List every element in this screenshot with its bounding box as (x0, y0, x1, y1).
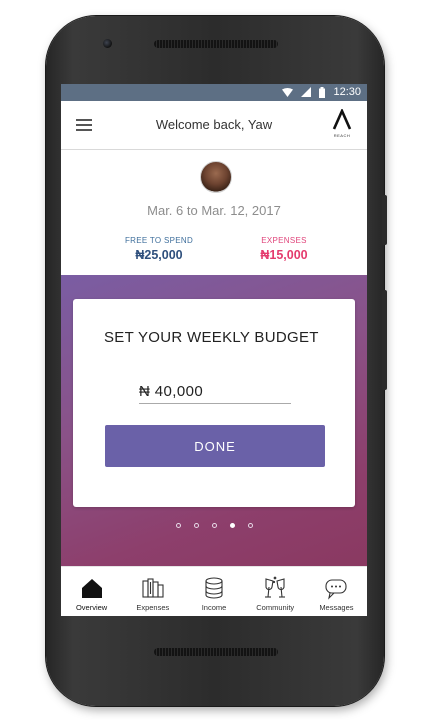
free-to-spend-label: FREE TO SPEND (124, 236, 194, 245)
front-camera (103, 39, 112, 48)
budget-amount-input[interactable]: ₦ 40,000 (139, 383, 291, 404)
nav-label-community: Community (256, 603, 295, 612)
welcome-title: Welcome back, Yaw (155, 117, 273, 132)
power-button (382, 195, 387, 245)
volume-button (382, 290, 387, 390)
app-logo: REACH (331, 107, 353, 141)
status-bar: 12:30 (61, 84, 367, 101)
wifi-icon (282, 87, 294, 97)
bottom-nav: Overview Expenses Income Community Messa… (61, 566, 367, 616)
app-bar: Welcome back, Yaw REACH (61, 101, 367, 150)
expenses-value: ₦15,000 (260, 248, 308, 262)
earpiece-speaker (154, 40, 278, 48)
pager-dots (61, 523, 367, 528)
nav-item-income[interactable]: Income (183, 567, 244, 616)
coins-icon (205, 577, 223, 599)
expenses-icon (142, 578, 164, 598)
nav-item-community[interactable]: Community (245, 567, 306, 616)
home-icon (81, 579, 102, 598)
cell-signal-icon (301, 87, 312, 97)
expenses-label: EXPENSES (261, 236, 307, 245)
battery-icon (319, 86, 326, 98)
nav-item-expenses[interactable]: Expenses (122, 567, 183, 616)
pager-dot[interactable] (193, 523, 199, 528)
nav-label-overview: Overview (75, 603, 108, 612)
date-range: Mar. 6 to Mar. 12, 2017 (147, 203, 281, 218)
free-to-spend-stat: FREE TO SPEND ₦25,000 (99, 236, 219, 262)
chat-icon (325, 579, 347, 600)
nav-label-messages: Messages (319, 603, 354, 612)
budget-carousel: SET YOUR WEEKLY BUDGET ₦ 40,000 DONE (61, 275, 367, 566)
reach-logo-icon (332, 107, 352, 130)
pager-dot[interactable] (211, 523, 217, 528)
status-time: 12:30 (333, 86, 361, 98)
done-button[interactable]: DONE (105, 425, 325, 467)
free-to-spend-value: ₦25,000 (135, 248, 183, 262)
pager-dot[interactable] (175, 523, 181, 528)
budget-card-title: SET YOUR WEEKLY BUDGET (104, 329, 319, 346)
glasses-icon (265, 576, 286, 598)
budget-card: SET YOUR WEEKLY BUDGET ₦ 40,000 DONE (73, 299, 355, 507)
expenses-stat: EXPENSES ₦15,000 (224, 236, 344, 262)
screen: 12:30 Welcome back, Yaw REACH Mar. 6 to … (61, 84, 367, 616)
logo-text: REACH (333, 133, 351, 138)
nav-label-income: Income (201, 603, 227, 612)
pager-dot[interactable] (247, 523, 253, 528)
nav-item-messages[interactable]: Messages (306, 567, 367, 616)
avatar[interactable] (200, 161, 232, 193)
menu-icon[interactable] (76, 119, 92, 131)
nav-item-overview[interactable]: Overview (61, 567, 122, 616)
nav-label-expenses: Expenses (136, 603, 170, 612)
bottom-speaker (154, 648, 278, 656)
pager-dot-active[interactable] (229, 523, 235, 528)
